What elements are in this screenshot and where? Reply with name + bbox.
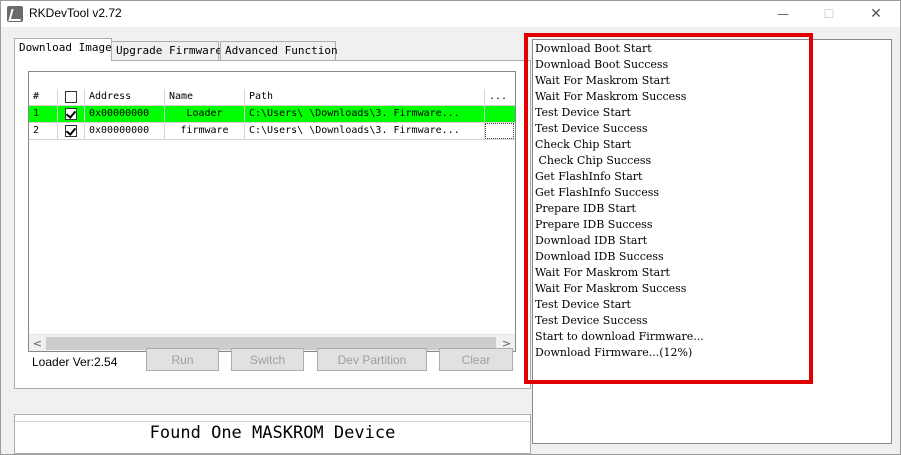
row-address[interactable]: 0x00000000 — [85, 106, 165, 122]
row-browse-cell[interactable] — [485, 123, 514, 139]
row-path[interactable]: C:\Users\ \Downloads\3. Firmware... — [245, 123, 485, 139]
col-header-address: Address — [85, 89, 165, 105]
tab-advanced-function[interactable]: Advanced Function — [220, 41, 338, 61]
highlight-box — [524, 33, 813, 384]
tab-upgrade-firmware[interactable]: Upgrade Firmware — [111, 41, 222, 61]
minimize-button[interactable]: — — [760, 1, 806, 27]
row-checkbox[interactable] — [65, 125, 77, 137]
grid-blank-header — [29, 72, 515, 90]
app-logo-icon — [7, 6, 23, 22]
clear-button[interactable]: Clear — [439, 348, 513, 371]
loader-version: Loader Ver:2.54 — [32, 355, 118, 369]
row-name[interactable]: Loader — [165, 106, 245, 122]
row-number: 2 — [29, 123, 58, 139]
col-header-name: Name — [165, 89, 245, 105]
run-button[interactable]: Run — [146, 348, 219, 371]
row-browse-cell[interactable] — [485, 106, 515, 122]
row-name[interactable]: firmware — [165, 123, 245, 139]
row-check-cell[interactable] — [58, 106, 85, 122]
tab-download-image[interactable]: Download Image — [14, 38, 112, 61]
col-header-number: # — [29, 89, 58, 105]
image-grid: # Address Name Path ... 1 0x00000000 Loa… — [28, 71, 516, 352]
scroll-left-arrow-icon[interactable]: < — [29, 335, 46, 351]
switch-button[interactable]: Switch — [231, 348, 304, 371]
status-message: Found One MASKROM Device — [149, 423, 396, 443]
row-number: 1 — [29, 106, 58, 122]
header-checkbox[interactable] — [65, 91, 77, 103]
title-bar[interactable]: RKDevTool v2.72 — ☐ ✕ — [1, 1, 900, 27]
download-image-panel: # Address Name Path ... 1 0x00000000 Loa… — [14, 60, 531, 389]
status-bar: Found One MASKROM Device — [14, 414, 531, 454]
close-button[interactable]: ✕ — [853, 1, 899, 27]
dev-partition-button[interactable]: Dev Partition — [317, 348, 427, 371]
col-header-path: Path — [245, 89, 485, 105]
row-address[interactable]: 0x00000000 — [85, 123, 165, 139]
row-checkbox[interactable] — [65, 108, 77, 120]
row-check-cell[interactable] — [58, 123, 85, 139]
col-header-check[interactable] — [58, 89, 85, 105]
maximize-button[interactable]: ☐ — [806, 1, 852, 27]
grid-header-row: # Address Name Path ... — [29, 89, 515, 106]
app-window: RKDevTool v2.72 — ☐ ✕ Download Image Upg… — [0, 0, 901, 455]
table-row[interactable]: 2 0x00000000 firmware C:\Users\ \Downloa… — [29, 123, 515, 140]
col-header-more: ... — [489, 91, 508, 102]
row-path[interactable]: C:\Users\ \Downloads\3. Firmware... — [245, 106, 485, 122]
table-row[interactable]: 1 0x00000000 Loader C:\Users\ \Downloads… — [29, 106, 515, 123]
window-title: RKDevTool v2.72 — [29, 6, 122, 20]
